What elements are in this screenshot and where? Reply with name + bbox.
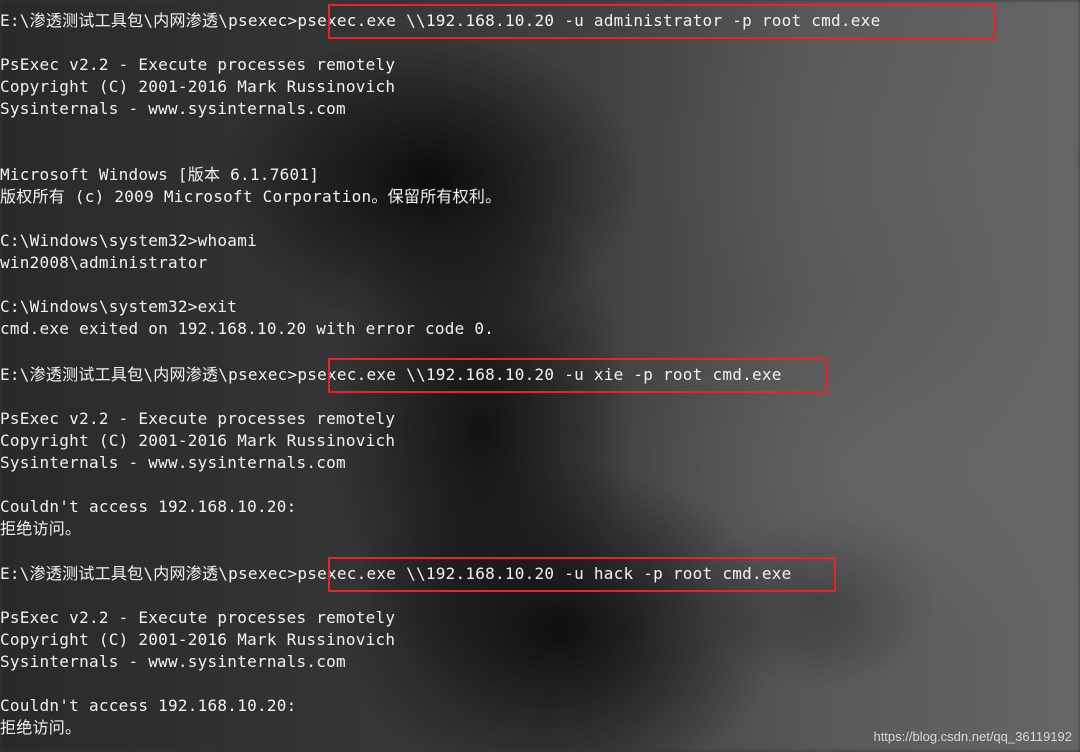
copyright-line: Copyright (C) 2001-2016 Mark Russinovich bbox=[0, 630, 396, 649]
exit-command-line: C:\Windows\system32>exit bbox=[0, 297, 238, 316]
sysinternals-line: Sysinternals - www.sysinternals.com bbox=[0, 652, 346, 671]
command-prompt: E:\渗透测试工具包\内网渗透\psexec> bbox=[0, 365, 298, 384]
copyright-line: Copyright (C) 2001-2016 Mark Russinovich bbox=[0, 77, 396, 96]
watermark-text: https://blog.csdn.net/qq_36119192 bbox=[873, 729, 1072, 744]
command-highlight-box bbox=[328, 358, 828, 393]
error-line: Couldn't access 192.168.10.20: bbox=[0, 497, 297, 516]
sysinternals-line: Sysinternals - www.sysinternals.com bbox=[0, 453, 346, 472]
banner-line: PsExec v2.2 - Execute processes remotely bbox=[0, 608, 396, 627]
whoami-command-line: C:\Windows\system32>whoami bbox=[0, 231, 257, 250]
terminal-console[interactable]: E:\渗透测试工具包\内网渗透\psexec>psexec.exe \\192.… bbox=[0, 0, 1080, 752]
banner-line: PsExec v2.2 - Execute processes remotely bbox=[0, 55, 396, 74]
command-prompt: E:\渗透测试工具包\内网渗透\psexec> bbox=[0, 11, 298, 30]
command-prompt: E:\渗透测试工具包\内网渗透\psexec> bbox=[0, 564, 298, 583]
banner-line: PsExec v2.2 - Execute processes remotely bbox=[0, 409, 396, 428]
exit-message-line: cmd.exe exited on 192.168.10.20 with err… bbox=[0, 319, 495, 338]
copyright-line: Copyright (C) 2001-2016 Mark Russinovich bbox=[0, 431, 396, 450]
os-version-line: Microsoft Windows [版本 6.1.7601] bbox=[0, 165, 320, 184]
access-denied-line: 拒绝访问。 bbox=[0, 519, 82, 538]
command-highlight-box bbox=[328, 557, 836, 592]
sysinternals-line: Sysinternals - www.sysinternals.com bbox=[0, 99, 346, 118]
command-highlight-box bbox=[328, 4, 996, 39]
os-copyright-line: 版权所有 (c) 2009 Microsoft Corporation。保留所有… bbox=[0, 187, 502, 206]
error-line: Couldn't access 192.168.10.20: bbox=[0, 696, 297, 715]
whoami-result-line: win2008\administrator bbox=[0, 253, 208, 272]
access-denied-line: 拒绝访问。 bbox=[0, 718, 82, 737]
